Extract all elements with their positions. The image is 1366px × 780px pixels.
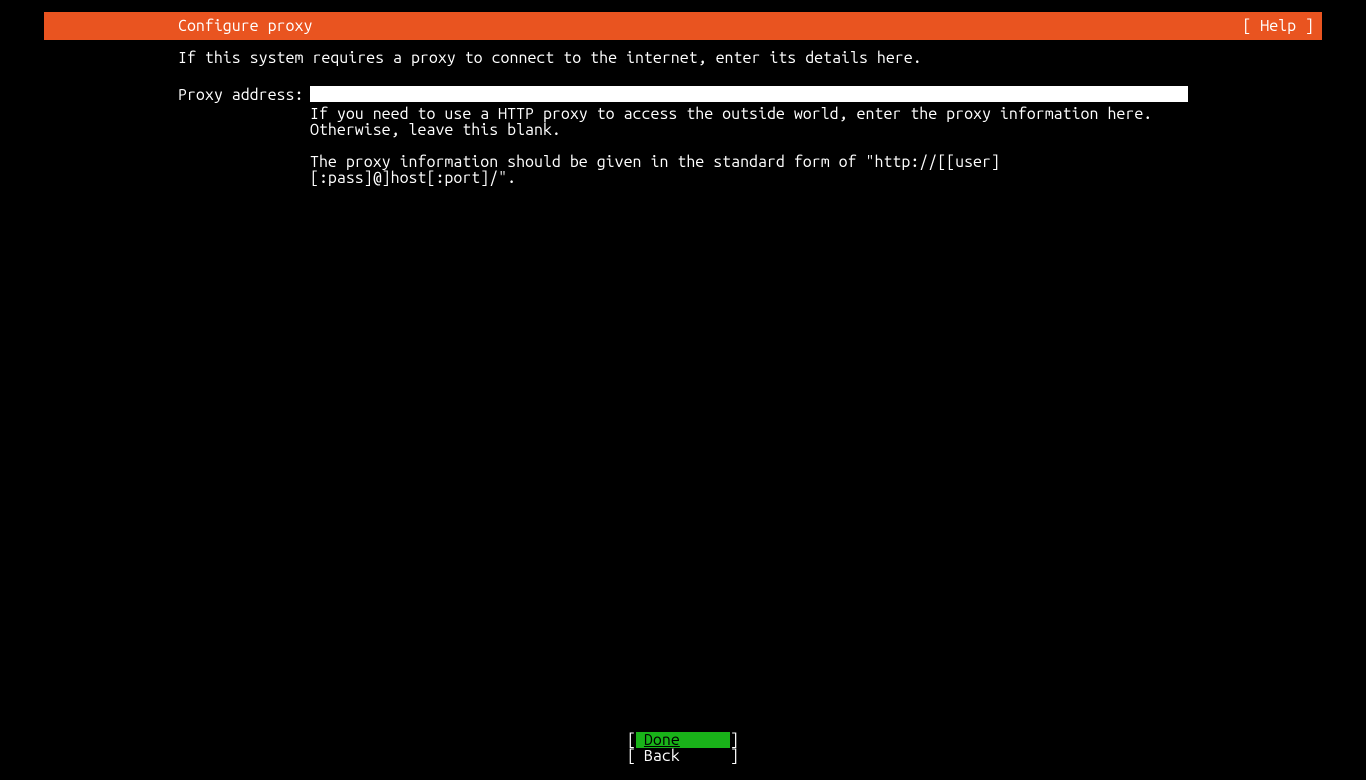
footer-buttons: [ Done ] [ Back ]: [0, 732, 1366, 764]
back-button-label: Back: [636, 748, 730, 764]
page-title: Configure proxy: [44, 12, 312, 40]
proxy-form-row: Proxy address: If you need to use a HTTP…: [178, 86, 1188, 202]
bracket-close-icon: ]: [730, 732, 739, 748]
bracket-close-icon: ]: [730, 748, 739, 764]
bracket-open-icon: [: [627, 732, 636, 748]
proxy-address-input[interactable]: [310, 86, 1188, 102]
done-button-label: Done: [636, 732, 730, 748]
header-bar: Configure proxy [ Help ]: [44, 12, 1322, 40]
help-button[interactable]: [ Help ]: [1242, 12, 1322, 40]
done-button[interactable]: [ Done ]: [627, 732, 739, 748]
proxy-address-label: Proxy address:: [178, 86, 310, 104]
main-content: If this system requires a proxy to conne…: [44, 40, 1322, 202]
back-button[interactable]: [ Back ]: [627, 748, 739, 764]
proxy-help-text: If you need to use a HTTP proxy to acces…: [310, 106, 1188, 186]
proxy-input-column: If you need to use a HTTP proxy to acces…: [310, 86, 1188, 202]
intro-text: If this system requires a proxy to conne…: [178, 48, 1188, 68]
help-paragraph-1: If you need to use a HTTP proxy to acces…: [310, 106, 1188, 138]
help-paragraph-2: The proxy information should be given in…: [310, 154, 1188, 186]
bracket-open-icon: [: [627, 748, 636, 764]
